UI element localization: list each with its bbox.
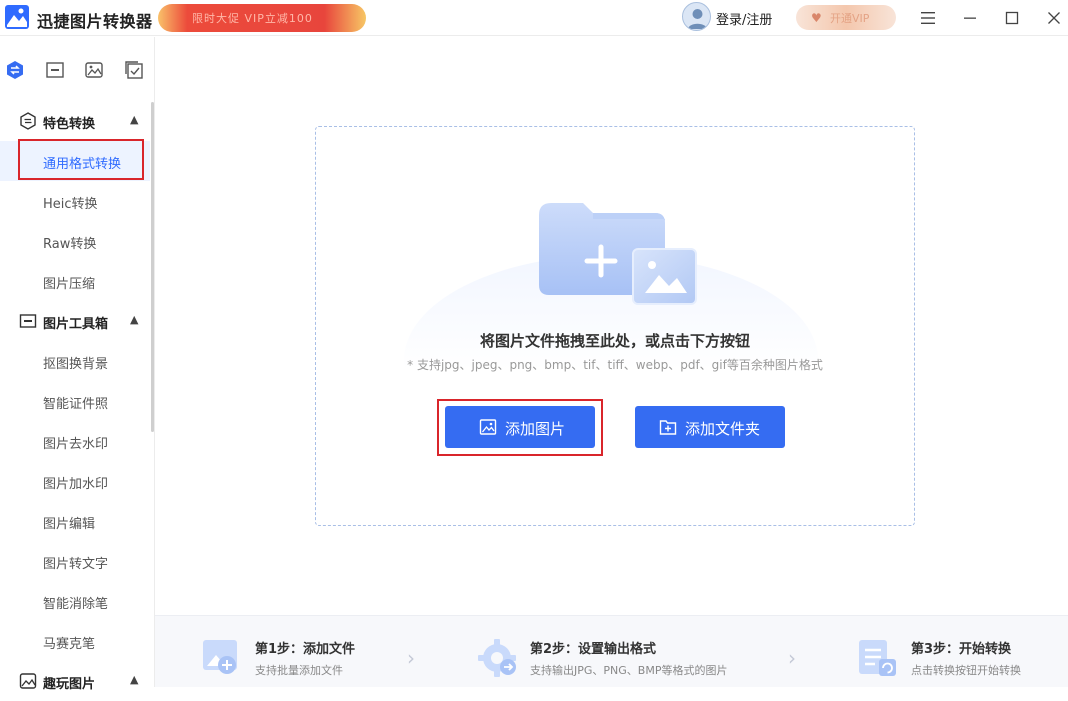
add-file-icon xyxy=(203,640,237,674)
vip-button[interactable]: ♥ 开通VIP xyxy=(796,5,896,30)
step-3-title: 第3步：开始转换 xyxy=(911,642,1012,657)
sidebar-item-ocr[interactable]: 图片转文字 xyxy=(0,541,150,581)
app-title: 迅捷图片转换器 xyxy=(37,12,153,31)
app-logo-icon xyxy=(5,5,29,29)
steps-bar: 第1步：添加文件 支持批量添加文件 › 第2步：设置输出格式 支持输出JPG、P… xyxy=(155,615,1068,687)
toolbox-icon xyxy=(46,62,64,78)
add-folder-illustration-icon xyxy=(539,203,697,305)
highlight-box xyxy=(437,399,603,456)
convert-icon xyxy=(20,112,36,130)
chevron-up-icon: ▲ xyxy=(130,113,139,126)
chevron-up-icon: ▲ xyxy=(130,313,139,326)
vip-label: 开通VIP xyxy=(830,12,870,25)
start-convert-icon xyxy=(859,640,896,676)
category-label: 趣玩图片 xyxy=(43,677,96,692)
highlight-box xyxy=(18,139,144,180)
tab-batch[interactable] xyxy=(123,59,145,81)
sidebar-item-label: 图片编辑 xyxy=(43,517,96,532)
checkbox-icon xyxy=(125,61,143,79)
drop-zone[interactable] xyxy=(315,126,915,526)
chevron-up-icon: ▲ xyxy=(130,673,139,686)
heart-icon: ♥ xyxy=(811,11,822,25)
image-icon xyxy=(85,62,103,78)
image-icon xyxy=(19,673,37,689)
minimize-button[interactable] xyxy=(955,4,985,32)
drop-title: 将图片文件拖拽至此处，或点击下方按钮 xyxy=(479,332,750,350)
step-1-desc: 支持批量添加文件 xyxy=(255,664,343,677)
sidebar-item-label: 图片转文字 xyxy=(43,557,109,572)
close-icon xyxy=(1048,12,1060,24)
chevron-right-icon: › xyxy=(407,646,415,670)
close-button[interactable] xyxy=(1039,4,1068,32)
sidebar-item-mosaic[interactable]: 马赛克笔 xyxy=(0,621,150,661)
hamburger-icon xyxy=(921,12,935,24)
sidebar-scrollbar[interactable] xyxy=(151,102,154,432)
promo-banner[interactable]: 限时大促 VIP立减100 xyxy=(158,4,366,32)
category-toolbox[interactable]: 图片工具箱 ▲ xyxy=(0,301,150,341)
step-3-desc: 点击转换按钮开始转换 xyxy=(911,664,1021,677)
sidebar-item-label: Heic转换 xyxy=(43,197,98,212)
chevron-right-icon: › xyxy=(788,646,796,670)
sidebar-item-compress[interactable]: 图片压缩 xyxy=(0,261,150,301)
promo-text: 限时大促 VIP立减100 xyxy=(192,12,313,25)
avatar-icon[interactable] xyxy=(682,2,711,31)
sidebar-item-label: 图片压缩 xyxy=(43,277,96,292)
sidebar-item-label: 智能证件照 xyxy=(43,397,109,412)
supported-formats-text: * 支持jpg、jpeg、png、bmp、tif、tiff、webp、pdf、g… xyxy=(407,358,823,372)
toolbox-icon xyxy=(19,314,37,328)
maximize-icon xyxy=(1005,11,1019,25)
step-2-desc: 支持输出JPG、PNG、BMP等格式的图片 xyxy=(530,664,728,677)
sidebar-item-heic[interactable]: Heic转换 xyxy=(0,181,150,221)
step-2-title: 第2步：设置输出格式 xyxy=(530,642,657,657)
sidebar-item-cutout[interactable]: 抠图换背景 xyxy=(0,341,150,381)
category-fun-images[interactable]: 趣玩图片 ▲ xyxy=(0,661,150,701)
maximize-button[interactable] xyxy=(997,4,1027,32)
sidebar-item-label: 智能消除笔 xyxy=(43,597,109,612)
sidebar-item-label: 抠图换背景 xyxy=(43,357,109,372)
convert-icon xyxy=(7,61,23,79)
sidebar-item-edit[interactable]: 图片编辑 xyxy=(0,501,150,541)
sidebar-item-eraser[interactable]: 智能消除笔 xyxy=(0,581,150,621)
sidebar-item-remove-watermark[interactable]: 图片去水印 xyxy=(0,421,150,461)
add-folder-button[interactable]: 添加文件夹 xyxy=(635,406,785,448)
sidebar-tab-strip xyxy=(0,37,155,99)
minimize-icon xyxy=(964,17,976,19)
title-bar: 迅捷图片转换器 限时大促 VIP立减100 登录/注册 ♥ 开通VIP xyxy=(0,0,1068,36)
sidebar-item-raw[interactable]: Raw转换 xyxy=(0,221,150,261)
folder-plus-icon xyxy=(659,420,677,435)
sidebar: 特色转换 ▲ 通用格式转换 Heic转换 Raw转换 图片压缩 图片工具箱 ▲ … xyxy=(0,37,155,692)
settings-gear-icon xyxy=(478,639,516,677)
sidebar-item-label: 图片加水印 xyxy=(43,477,109,492)
add-folder-label: 添加文件夹 xyxy=(685,420,761,438)
category-label: 图片工具箱 xyxy=(43,317,109,332)
category-label: 特色转换 xyxy=(43,117,96,132)
login-register-link[interactable]: 登录/注册 xyxy=(716,9,772,28)
tab-toolbox[interactable] xyxy=(44,59,66,81)
step-1-title: 第1步：添加文件 xyxy=(255,642,356,657)
sidebar-item-label: 马赛克笔 xyxy=(43,637,96,652)
sidebar-item-label: Raw转换 xyxy=(43,237,97,252)
category-featured[interactable]: 特色转换 ▲ xyxy=(0,101,150,141)
sidebar-item-add-watermark[interactable]: 图片加水印 xyxy=(0,461,150,501)
sidebar-item-id-photo[interactable]: 智能证件照 xyxy=(0,381,150,421)
sidebar-item-label: 图片去水印 xyxy=(43,437,109,452)
tab-fun-images[interactable] xyxy=(83,59,105,81)
tab-convert[interactable] xyxy=(4,59,26,81)
menu-button[interactable] xyxy=(913,4,943,32)
